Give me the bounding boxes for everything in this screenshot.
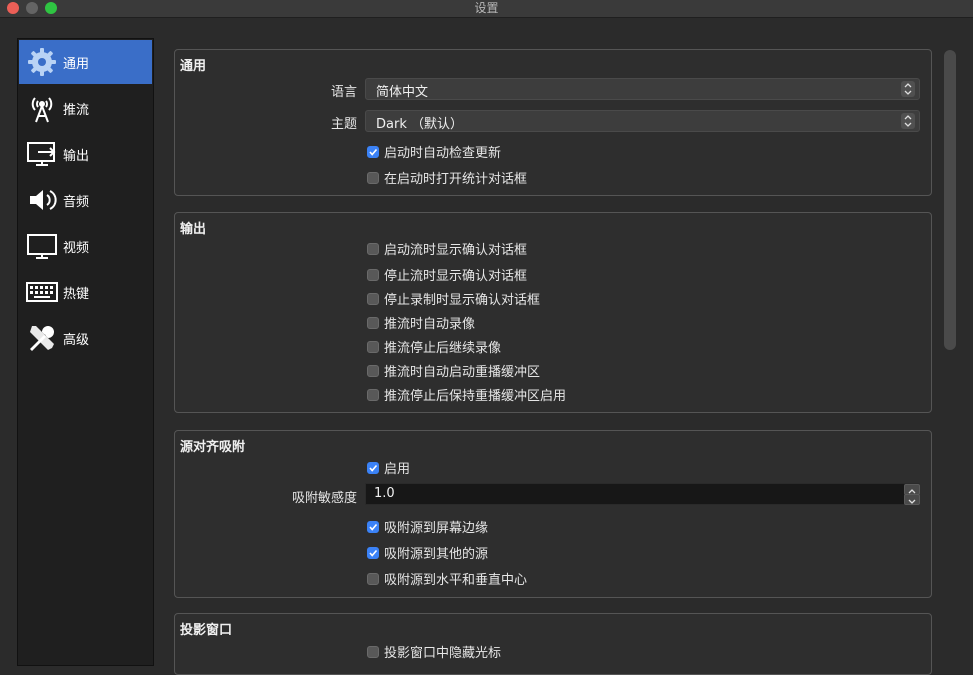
chevron-updown-icon — [901, 81, 915, 97]
confirm-stop-recording-checkbox[interactable]: 停止录制时显示确认对话框 — [367, 289, 540, 308]
spin-down-button[interactable] — [904, 494, 920, 505]
sidebar-item-stream[interactable]: 推流 — [19, 86, 152, 130]
checkbox-label: 启动时自动检查更新 — [384, 146, 502, 161]
broadcast-antenna-icon — [24, 90, 60, 126]
language-select[interactable]: 简体中文 — [365, 78, 920, 100]
window-title: 设置 — [474, 1, 499, 15]
checkbox-label: 停止流时显示确认对话框 — [384, 269, 528, 284]
sidebar-item-label: 通用 — [63, 56, 90, 72]
checkbox-box — [367, 268, 379, 281]
replay-buffer-on-stream-checkbox[interactable]: 推流时自动启动重播缓冲区 — [367, 361, 540, 380]
monitor-icon — [24, 228, 60, 264]
checkmark-icon — [367, 461, 379, 474]
group-title: 输出 — [180, 222, 207, 237]
gear-icon — [24, 44, 60, 80]
sidebar-item-label: 视频 — [63, 240, 90, 256]
monitor-output-icon — [24, 136, 60, 172]
snap-centers-checkbox[interactable]: 吸附源到水平和垂直中心 — [367, 569, 527, 588]
sidebar-item-label: 输出 — [63, 148, 90, 164]
keep-recording-checkbox[interactable]: 推流停止后继续录像 — [367, 337, 501, 356]
checkbox-label: 推流时自动启动重播缓冲区 — [384, 365, 541, 380]
sidebar-item-output[interactable]: 输出 — [19, 132, 152, 176]
sidebar-item-audio[interactable]: 音频 — [19, 178, 152, 222]
hide-cursor-projector-checkbox[interactable]: 投影窗口中隐藏光标 — [367, 642, 501, 661]
sidebar-item-label: 推流 — [63, 102, 90, 118]
snap-sensitivity-input[interactable]: 1.0 — [365, 483, 920, 505]
sidebar-item-general[interactable]: 通用 — [19, 40, 152, 84]
checkbox-label: 启动流时显示确认对话框 — [384, 243, 528, 258]
content-scrollbar[interactable] — [944, 50, 956, 350]
snap-other-sources-checkbox[interactable]: 吸附源到其他的源 — [367, 543, 488, 562]
confirm-stop-stream-checkbox[interactable]: 停止流时显示确认对话框 — [367, 265, 527, 284]
checkmark-icon — [367, 546, 379, 559]
checkbox-label: 吸附源到水平和垂直中心 — [384, 573, 528, 588]
speaker-icon — [24, 182, 60, 218]
title-bar: 设置 — [0, 0, 973, 18]
checkbox-label: 推流时自动录像 — [384, 317, 476, 332]
record-when-streaming-checkbox[interactable]: 推流时自动录像 — [367, 313, 475, 332]
theme-label: 主题 — [330, 117, 357, 132]
checkbox-box — [367, 364, 379, 377]
language-value: 简体中文 — [376, 85, 429, 100]
chevron-updown-icon — [901, 113, 915, 129]
projector-group: 投影窗口 投影窗口中隐藏光标 — [174, 613, 932, 675]
snapping-group: 源对齐吸附 启用 吸附敏感度 1.0 吸附源到屏幕边缘 吸附源到其他的源 吸附源… — [174, 430, 932, 598]
group-title: 投影窗口 — [180, 623, 233, 638]
settings-sidebar: 通用 推流 输出 音频 视频 热键 高级 — [17, 38, 154, 666]
checkbox-label: 在启动时打开统计对话框 — [384, 172, 528, 187]
checkbox-box — [367, 316, 379, 329]
sidebar-item-hotkeys[interactable]: 热键 — [19, 270, 152, 314]
checkbox-label: 吸附源到屏幕边缘 — [384, 521, 489, 536]
theme-value: Dark （默认） — [376, 117, 463, 132]
sidebar-item-label: 热键 — [63, 286, 90, 302]
theme-select[interactable]: Dark （默认） — [365, 110, 920, 132]
checkbox-box — [367, 171, 379, 184]
checkbox-box — [367, 572, 379, 585]
checkbox-box — [367, 340, 379, 353]
snap-screen-edges-checkbox[interactable]: 吸附源到屏幕边缘 — [367, 517, 488, 536]
checkmark-icon — [367, 145, 379, 158]
group-title: 通用 — [180, 59, 207, 74]
keyboard-icon — [24, 274, 60, 310]
checkbox-box — [367, 242, 379, 255]
output-group: 输出 启动流时显示确认对话框 停止流时显示确认对话框 停止录制时显示确认对话框 … — [174, 212, 932, 413]
sidebar-item-advanced[interactable]: 高级 — [19, 316, 152, 360]
keep-replay-buffer-checkbox[interactable]: 推流停止后保持重播缓冲区启用 — [367, 385, 566, 404]
confirm-start-stream-checkbox[interactable]: 启动流时显示确认对话框 — [367, 239, 527, 258]
open-stats-on-startup-checkbox[interactable]: 在启动时打开统计对话框 — [367, 168, 527, 187]
checkbox-box — [367, 645, 379, 658]
checkbox-box — [367, 388, 379, 401]
language-label: 语言 — [330, 85, 357, 100]
group-title: 源对齐吸附 — [180, 440, 246, 455]
checkbox-label: 推流停止后保持重播缓冲区启用 — [384, 389, 567, 404]
checkbox-label: 推流停止后继续录像 — [384, 341, 502, 356]
checkbox-label: 停止录制时显示确认对话框 — [384, 293, 541, 308]
sensitivity-label: 吸附敏感度 — [291, 491, 357, 506]
general-group: 通用 语言 简体中文 主题 Dark （默认） 启动时自动检查更新 在启动时打开… — [174, 49, 932, 196]
checkbox-box — [367, 292, 379, 305]
wrench-screwdriver-icon — [24, 320, 60, 356]
sidebar-item-video[interactable]: 视频 — [19, 224, 152, 268]
checkmark-icon — [367, 520, 379, 533]
sidebar-item-label: 音频 — [63, 194, 90, 210]
sensitivity-value: 1.0 — [374, 486, 395, 501]
checkbox-label: 吸附源到其他的源 — [384, 547, 489, 562]
checkbox-label: 投影窗口中隐藏光标 — [384, 646, 502, 661]
sidebar-item-label: 高级 — [63, 332, 90, 348]
auto-check-updates-checkbox[interactable]: 启动时自动检查更新 — [367, 142, 501, 161]
snapping-enable-checkbox[interactable]: 启用 — [367, 458, 410, 477]
checkbox-label: 启用 — [384, 462, 411, 477]
